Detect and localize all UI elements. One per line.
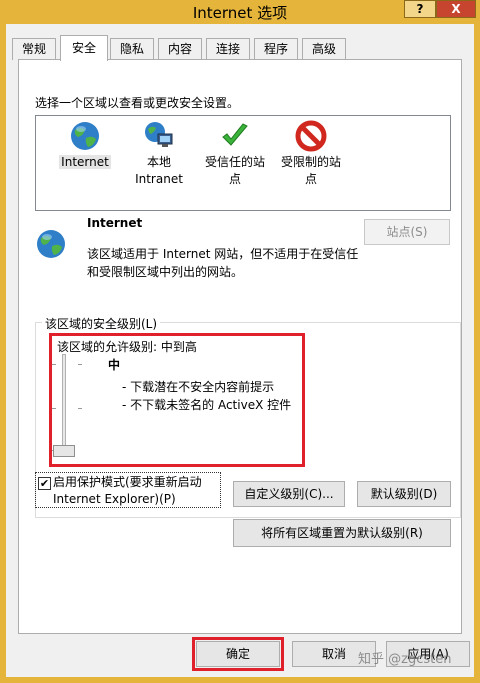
custom-level-button[interactable]: 自定义级别(C)...: [233, 481, 345, 507]
close-button[interactable]: X: [436, 0, 476, 18]
globe-icon: [37, 230, 65, 258]
zone-restricted-sites[interactable]: 受限制的站点: [276, 120, 346, 188]
internet-options-window: Internet 选项 ? X 常规 安全 隐私 内容 连接 程序 高级 选择一…: [0, 0, 480, 683]
green-check-icon: [222, 123, 248, 146]
slider-tick: [78, 364, 82, 365]
zone-prompt: 选择一个区域以查看或更改安全设置。: [35, 96, 240, 110]
security-level-name: 中: [108, 358, 121, 372]
zone-trusted-sites[interactable]: 受信任的站点: [200, 120, 270, 188]
slider-tick: [52, 408, 56, 409]
no-entry-icon: [295, 120, 327, 152]
zone-local-intranet[interactable]: 本地 Intranet: [124, 120, 194, 188]
tab-content[interactable]: 内容: [158, 38, 202, 60]
protected-mode-label: 启用保护模式(要求重新启动 Internet Explorer)(P): [53, 475, 202, 506]
zone-label: 受信任的站点: [204, 155, 265, 186]
tab-general[interactable]: 常规: [12, 38, 56, 60]
slider-tick: [52, 364, 56, 365]
watermark: 知乎 @zgcsten: [358, 652, 452, 667]
selected-zone-description: 该区域适用于 Internet 网站，但不适用于在受信任和受限制区域中列出的网站…: [87, 247, 359, 279]
globe-icon: [71, 122, 99, 150]
allowed-level-label: 该区域的允许级别: 中到高: [57, 340, 197, 354]
tab-programs[interactable]: 程序: [254, 38, 298, 60]
reset-all-zones-button[interactable]: 将所有区域重置为默认级别(R): [233, 519, 451, 547]
zone-label: 本地 Intranet: [135, 155, 183, 186]
protected-mode-checkbox[interactable]: ✔: [38, 477, 51, 490]
slider-tick: [78, 408, 82, 409]
tab-privacy[interactable]: 隐私: [110, 38, 154, 60]
selected-zone-name: Internet: [87, 216, 143, 230]
security-level-description: - 下载潜在不安全内容前提示 - 不下载未签名的 ActiveX 控件: [122, 380, 292, 412]
tab-security[interactable]: 安全: [60, 35, 108, 61]
local-intranet-icon: [145, 122, 173, 147]
security-slider-thumb[interactable]: [53, 445, 75, 457]
tab-advanced[interactable]: 高级: [302, 38, 346, 60]
ok-button-highlight: [192, 637, 284, 671]
security-tab-panel: 选择一个区域以查看或更改安全设置。 Internet 本地 Intranet 受…: [18, 59, 462, 634]
title-bar[interactable]: Internet 选项 ? X: [0, 0, 480, 24]
sites-button[interactable]: 站点(S): [364, 219, 450, 245]
zone-internet[interactable]: Internet: [50, 120, 120, 171]
protected-mode-option[interactable]: ✔ 启用保护模式(要求重新启动 Internet Explorer)(P): [35, 472, 221, 508]
zone-label: 受限制的站点: [280, 155, 341, 186]
zone-label: Internet: [59, 155, 111, 169]
default-level-button[interactable]: 默认级别(D): [357, 481, 451, 507]
zone-list[interactable]: Internet 本地 Intranet 受信任的站点 受限制的站点: [35, 115, 451, 211]
tab-connections[interactable]: 连接: [206, 38, 250, 60]
security-slider-track[interactable]: [62, 354, 66, 454]
allowed-level-highlight: 该区域的允许级别: 中到高 中 - 下载潜在不安全内容前提示 - 不下载未签名的…: [49, 333, 305, 467]
help-button[interactable]: ?: [404, 0, 436, 18]
security-level-title: 该区域的安全级别(L): [42, 315, 161, 332]
